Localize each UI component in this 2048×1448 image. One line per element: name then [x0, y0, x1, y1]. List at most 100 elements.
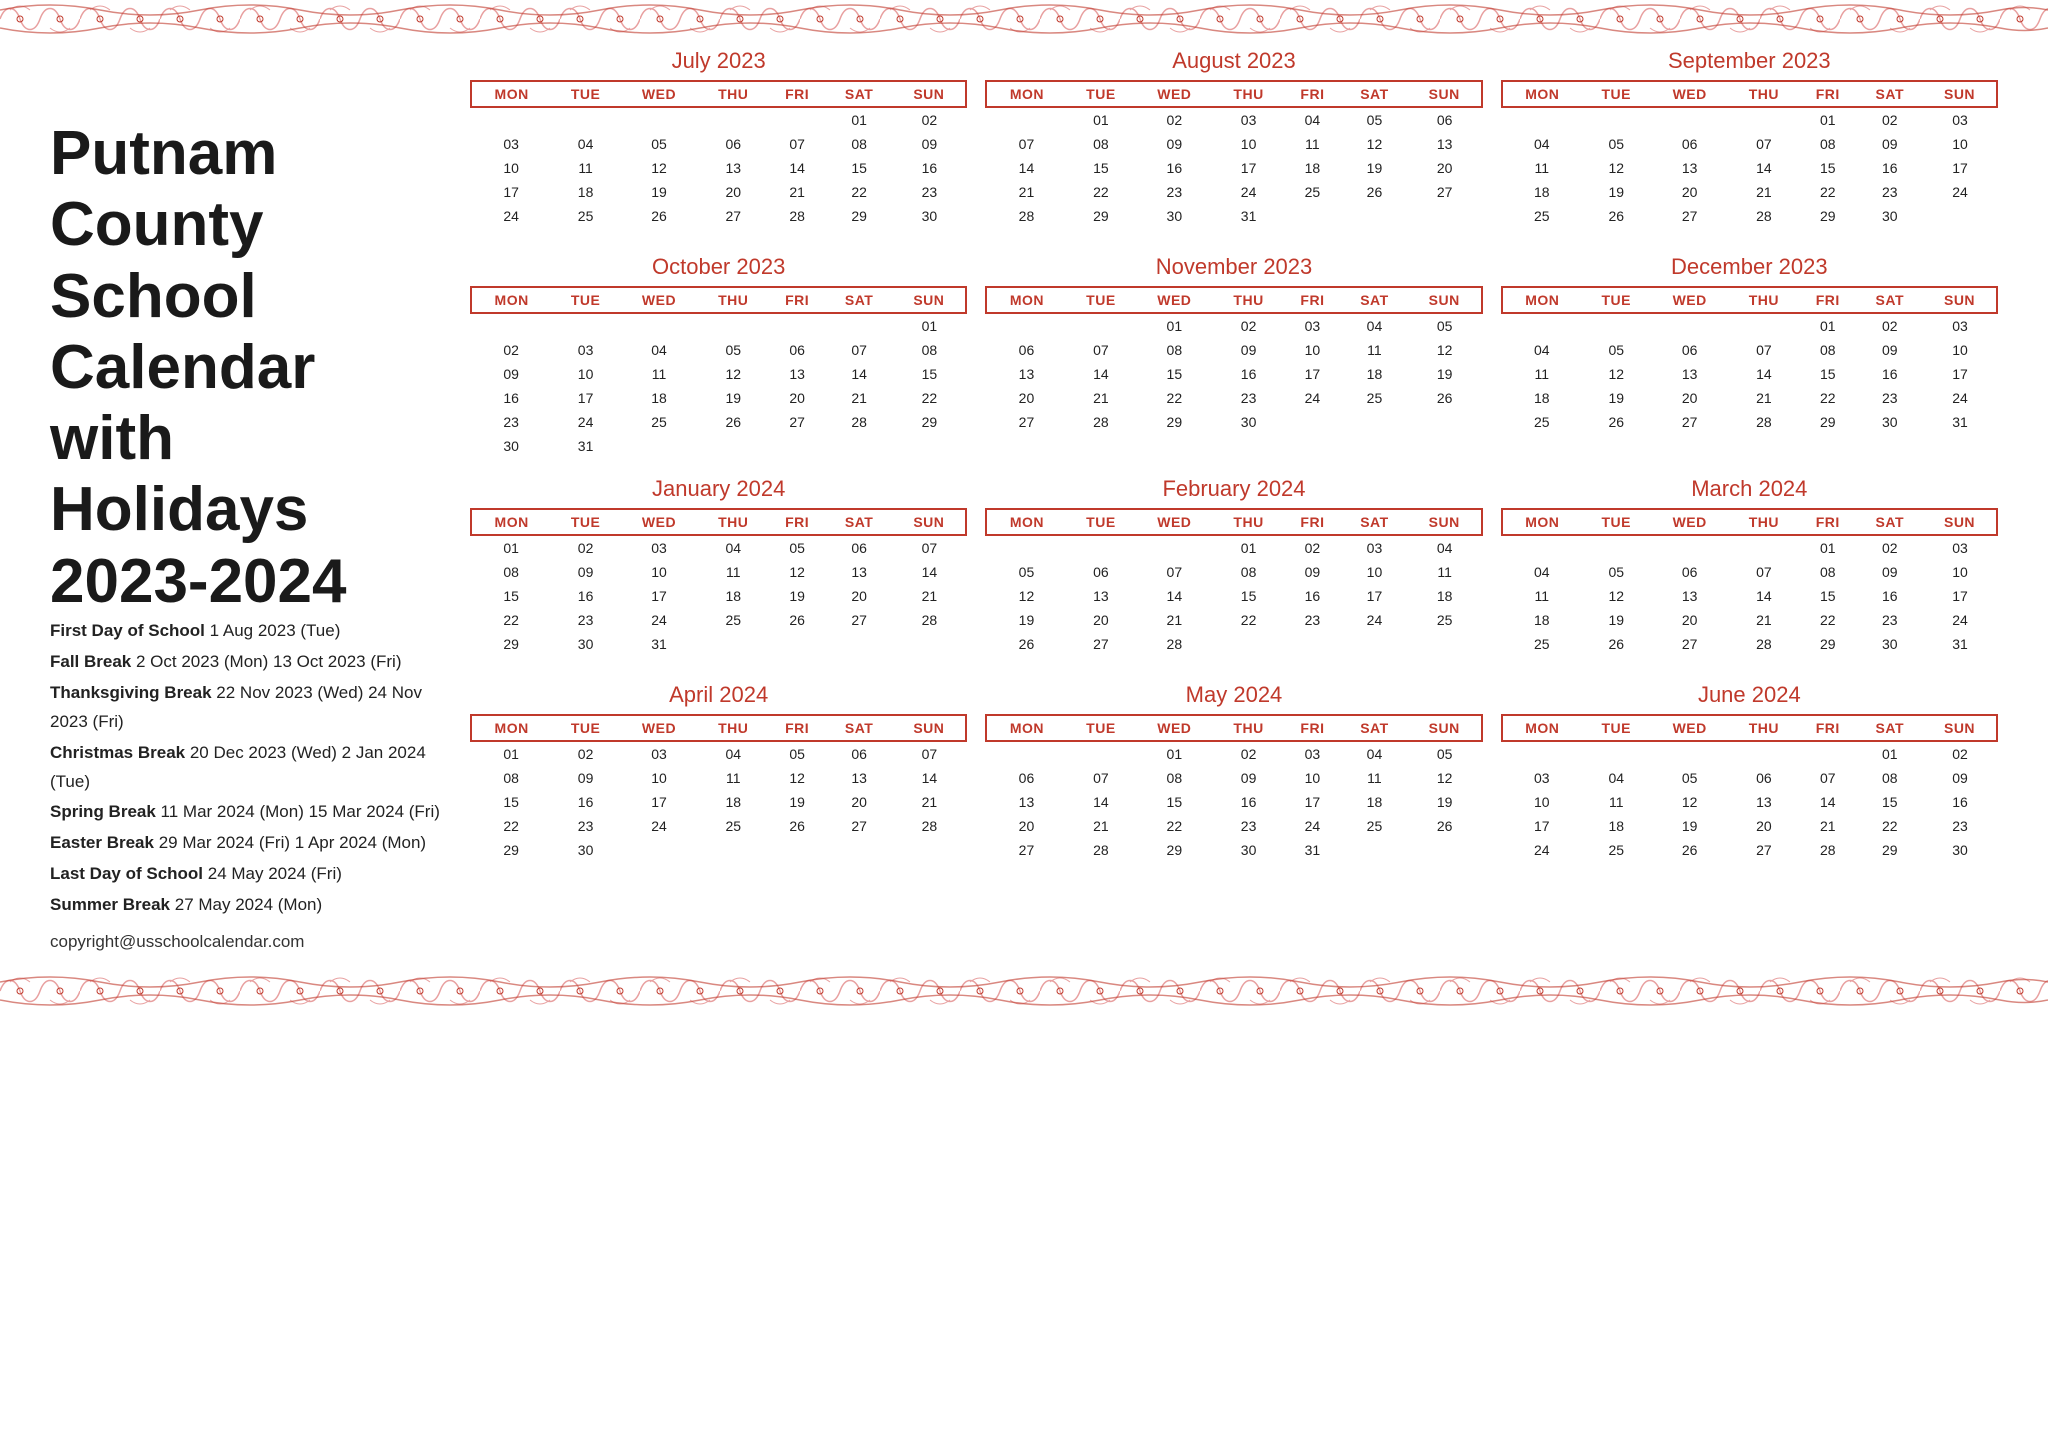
- day-cell: [1284, 656, 1342, 664]
- day-header: WED: [620, 81, 698, 107]
- day-header: TUE: [551, 509, 620, 535]
- day-cell: [826, 434, 893, 458]
- day-cell: 22: [826, 180, 893, 204]
- day-cell: 09: [892, 132, 966, 156]
- day-cell: 03: [551, 338, 620, 362]
- day-header: WED: [1651, 715, 1729, 741]
- day-cell: 01: [826, 107, 893, 132]
- day-cell: 07: [1729, 132, 1799, 156]
- day-cell: [620, 228, 698, 236]
- day-cell: 04: [1502, 338, 1582, 362]
- day-header: SAT: [1857, 81, 1924, 107]
- day-cell: 11: [1284, 132, 1342, 156]
- day-cell: 27: [986, 838, 1066, 862]
- day-cell: 10: [1923, 132, 1997, 156]
- day-cell: 04: [1284, 107, 1342, 132]
- day-cell: 16: [551, 584, 620, 608]
- day-cell: [1135, 434, 1213, 442]
- day-cell: 28: [1729, 204, 1799, 228]
- day-cell: [1857, 656, 1924, 664]
- day-cell: 12: [1341, 132, 1408, 156]
- day-cell: 14: [892, 766, 966, 790]
- day-cell: 21: [892, 790, 966, 814]
- day-cell: 24: [471, 204, 551, 228]
- day-cell: 15: [1799, 362, 1857, 386]
- day-cell: [892, 656, 966, 664]
- day-cell: 31: [551, 434, 620, 458]
- day-cell: 07: [826, 338, 893, 362]
- day-cell: 31: [1284, 838, 1342, 862]
- day-cell: 22: [1799, 608, 1857, 632]
- day-cell: 16: [1857, 584, 1924, 608]
- day-cell: 23: [1923, 814, 1997, 838]
- day-cell: 29: [1067, 204, 1136, 228]
- day-cell: 23: [471, 410, 551, 434]
- day-cell: [1284, 204, 1342, 228]
- day-cell: 15: [471, 584, 551, 608]
- day-cell: [1135, 535, 1213, 560]
- day-cell: 20: [1067, 608, 1136, 632]
- day-cell: 07: [1729, 560, 1799, 584]
- day-cell: [698, 228, 768, 236]
- day-cell: 01: [1799, 535, 1857, 560]
- day-cell: 18: [1341, 362, 1408, 386]
- day-cell: [1729, 656, 1799, 664]
- day-cell: 09: [1213, 338, 1283, 362]
- day-cell: [551, 313, 620, 338]
- day-cell: [698, 107, 768, 132]
- day-cell: 18: [698, 790, 768, 814]
- day-cell: 16: [1857, 156, 1924, 180]
- day-cell: 26: [986, 632, 1066, 656]
- day-header: WED: [1135, 509, 1213, 535]
- day-cell: [698, 838, 768, 862]
- day-cell: 23: [1213, 814, 1283, 838]
- day-cell: [698, 656, 768, 664]
- day-cell: [986, 434, 1066, 442]
- day-cell: 06: [826, 741, 893, 766]
- day-cell: [986, 228, 1066, 236]
- day-cell: 25: [551, 204, 620, 228]
- day-cell: 04: [1502, 132, 1582, 156]
- day-cell: [1213, 632, 1283, 656]
- day-cell: 02: [1284, 535, 1342, 560]
- day-cell: 02: [1923, 741, 1997, 766]
- day-header: MON: [1502, 81, 1582, 107]
- day-cell: [1067, 656, 1136, 664]
- day-header: SAT: [1857, 509, 1924, 535]
- day-header: THU: [1729, 81, 1799, 107]
- day-cell: 05: [768, 741, 826, 766]
- day-cell: 17: [1923, 362, 1997, 386]
- day-cell: 08: [1799, 338, 1857, 362]
- day-cell: 08: [1213, 560, 1283, 584]
- day-cell: 07: [986, 132, 1066, 156]
- day-cell: 17: [1923, 156, 1997, 180]
- month-calendar: July 2023MONTUEWEDTHUFRISATSUN0102030405…: [470, 48, 967, 236]
- day-cell: [620, 434, 698, 458]
- holidays-info: First Day of School 1 Aug 2023 (Tue)Fall…: [50, 617, 440, 922]
- day-cell: [892, 838, 966, 862]
- holiday-item: Spring Break 11 Mar 2024 (Mon) 15 Mar 20…: [50, 798, 440, 827]
- day-cell: 21: [1729, 386, 1799, 410]
- day-cell: 15: [1135, 790, 1213, 814]
- day-cell: 21: [1067, 386, 1136, 410]
- day-header: SUN: [1408, 715, 1482, 741]
- day-cell: 27: [698, 204, 768, 228]
- day-cell: [1651, 228, 1729, 236]
- day-cell: 22: [471, 814, 551, 838]
- calendar-row: January 2024MONTUEWEDTHUFRISATSUN0102030…: [470, 476, 1998, 664]
- day-cell: 12: [620, 156, 698, 180]
- day-cell: 29: [1799, 410, 1857, 434]
- day-cell: [1502, 862, 1582, 870]
- day-cell: 16: [1284, 584, 1342, 608]
- day-cell: 29: [1857, 838, 1924, 862]
- day-cell: [1408, 434, 1482, 442]
- day-cell: 19: [1582, 180, 1651, 204]
- day-cell: 19: [1582, 386, 1651, 410]
- day-cell: [1651, 434, 1729, 442]
- month-title: September 2023: [1501, 48, 1998, 74]
- day-header: FRI: [1799, 715, 1857, 741]
- day-cell: 28: [986, 204, 1066, 228]
- day-cell: 23: [1213, 386, 1283, 410]
- month-calendar: January 2024MONTUEWEDTHUFRISATSUN0102030…: [470, 476, 967, 664]
- day-header: FRI: [768, 287, 826, 313]
